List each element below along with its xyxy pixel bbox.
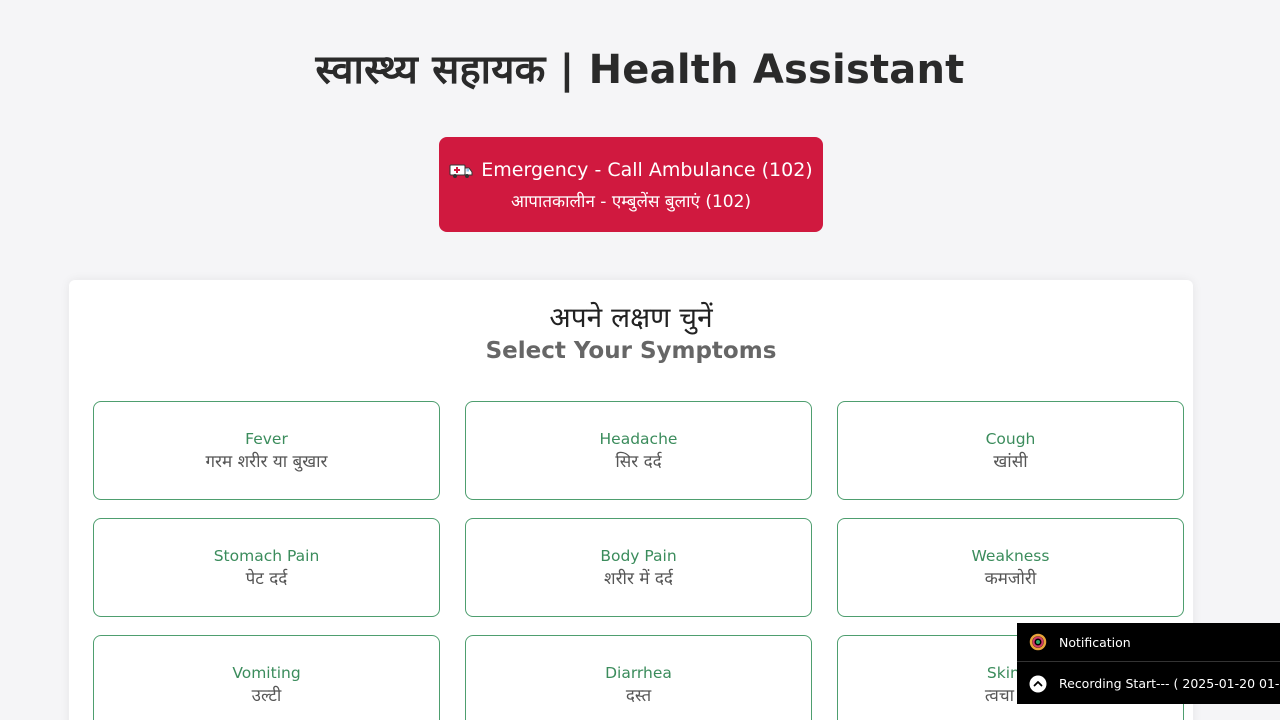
symptom-label-en: Stomach Pain bbox=[213, 547, 320, 565]
symptoms-title-hi: अपने लक्षण चुनें bbox=[549, 301, 713, 334]
chevron-up-circle-icon[interactable] bbox=[1029, 675, 1047, 693]
symptom-button-headache[interactable]: Headache सिर दर्द bbox=[465, 401, 812, 500]
emergency-call-button[interactable]: Emergency - Call Ambulance (102) आपातकाल… bbox=[439, 137, 823, 232]
symptom-label-en: Vomiting bbox=[232, 664, 301, 682]
symptom-button-weakness[interactable]: Weakness कमजोरी bbox=[837, 518, 1184, 617]
symptom-button-cough[interactable]: Cough खांसी bbox=[837, 401, 1184, 500]
symptom-label-hi: सिर दर्द bbox=[615, 452, 662, 472]
symptom-button-fever[interactable]: Fever गरम शरीर या बुखार bbox=[93, 401, 440, 500]
symptoms-title-en: Select Your Symptoms bbox=[485, 338, 777, 364]
symptom-label-hi: उल्टी bbox=[251, 686, 282, 706]
symptom-label-en: Body Pain bbox=[600, 547, 677, 565]
notification-header: Notification bbox=[1017, 623, 1280, 662]
symptom-label-en: Diarrhea bbox=[605, 664, 672, 682]
notification-message: Recording Start--- ( 2025-01-20 01-11-5 bbox=[1059, 676, 1280, 691]
emergency-label-row: Emergency - Call Ambulance (102) bbox=[439, 157, 823, 183]
symptom-label-hi: शरीर में दर्द bbox=[604, 569, 673, 589]
symptom-label-en: Weakness bbox=[971, 547, 1050, 565]
symptom-label-hi: खांसी bbox=[993, 452, 1028, 472]
emergency-label-hi: आपातकालीन - एम्बुलेंस बुलाएं (102) bbox=[510, 192, 752, 212]
symptom-label-en: Cough bbox=[985, 430, 1036, 448]
notification-app-icon bbox=[1029, 633, 1047, 651]
symptom-label-en: Fever bbox=[245, 430, 288, 448]
notification-title: Notification bbox=[1059, 634, 1131, 650]
symptom-label-hi: गरम शरीर या बुखार bbox=[205, 452, 328, 472]
symptom-button-body-pain[interactable]: Body Pain शरीर में दर्द bbox=[465, 518, 812, 617]
symptom-label-hi: पेट दर्द bbox=[245, 569, 288, 589]
symptom-label-hi: दस्त bbox=[625, 686, 652, 706]
symptom-button-vomiting[interactable]: Vomiting उल्टी bbox=[93, 635, 440, 720]
notification-toast: Notification Recording Start--- ( 2025-0… bbox=[1017, 623, 1280, 704]
symptom-button-diarrhea[interactable]: Diarrhea दस्त bbox=[465, 635, 812, 720]
ambulance-icon bbox=[449, 164, 473, 178]
page-title: स्वास्थ्य सहायक | Health Assistant bbox=[315, 47, 965, 93]
page: स्वास्थ्य सहायक | Health Assistant Emerg… bbox=[0, 0, 1280, 720]
emergency-label-en: Emergency - Call Ambulance (102) bbox=[481, 159, 813, 181]
symptom-label-hi: कमजोरी bbox=[984, 569, 1037, 589]
notification-message-row[interactable]: Recording Start--- ( 2025-01-20 01-11-5 bbox=[1017, 663, 1280, 704]
symptom-button-stomach-pain[interactable]: Stomach Pain पेट दर्द bbox=[93, 518, 440, 617]
symptom-label-en: Headache bbox=[599, 430, 678, 448]
